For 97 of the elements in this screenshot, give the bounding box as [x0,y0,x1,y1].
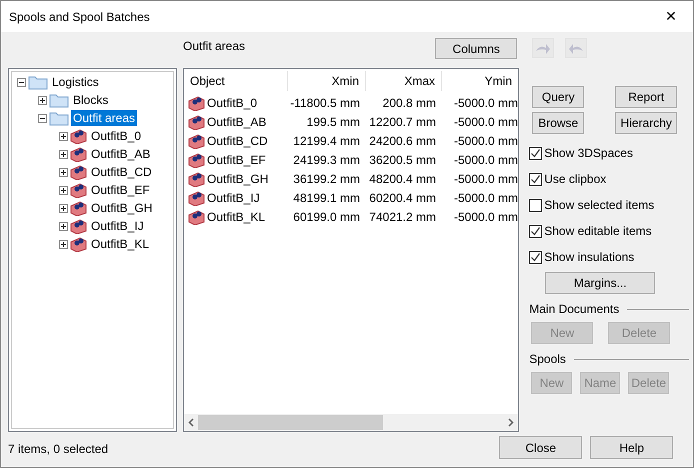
action-button[interactable]: Browse [532,112,584,134]
table-cell-text: 24199.3 mm [292,152,361,166]
table-cell-text: -5000.0 mm [452,172,518,186]
section-title: Spools [529,352,566,366]
table-cell-text: 36199.2 mm [292,172,361,186]
table-cell[interactable]: OutfitB_KL [184,208,288,224]
expand-icon[interactable] [59,222,68,230]
block-icon [188,132,205,148]
table-cell[interactable]: OutfitB_GH [184,170,288,186]
block-icon [188,114,205,130]
table-cell-text: 48199.1 mm [292,190,361,204]
checkmark-icon [530,174,542,184]
table-cell-text: 199.5 mm [306,114,361,128]
undo-arrow-icon [568,42,584,54]
block-icon [188,94,205,110]
block-icon [70,236,87,252]
block-icon [188,190,205,206]
table-cell-text: 24200.6 mm [368,134,437,148]
tree-item[interactable]: OutfitB_CD [89,164,154,180]
table-cell-text: 36200.5 mm [368,152,437,166]
block-icon [70,182,87,198]
tree-item[interactable]: Outfit areas [71,110,138,126]
table-cell[interactable]: OutfitB_EF [184,152,288,168]
action-button[interactable]: Hierarchy [615,112,678,134]
scroll-right-icon[interactable] [508,418,514,427]
column-header[interactable]: Xmin [288,71,366,91]
tree-item[interactable]: OutfitB_0 [89,128,144,144]
table-cell[interactable]: OutfitB_AB [184,114,288,130]
table-cell-text: -5000.0 mm [452,152,518,166]
table-cell-text: -5000.0 mm [452,210,518,224]
option-checkbox[interactable]: Show 3DSpaces [529,140,689,166]
scroll-left-icon[interactable] [188,418,194,427]
tree-item[interactable]: OutfitB_IJ [89,218,146,234]
close-button[interactable]: ✕ [649,2,693,32]
expand-icon[interactable] [38,96,47,104]
expand-icon[interactable] [59,204,68,212]
action-button[interactable]: Report [615,86,678,108]
footer-button[interactable]: Close [499,436,582,459]
option-checkbox[interactable]: Show insulations [529,244,689,270]
table-cell-text: 12200.7 mm [368,114,437,128]
redo-arrow-icon [535,42,552,54]
column-header[interactable]: Ymin [442,71,518,91]
tree-item[interactable]: OutfitB_GH [89,200,154,216]
table-cell-text: -5000.0 mm [452,190,518,204]
option-checkbox[interactable]: Show editable items [529,218,689,244]
block-icon [188,170,205,186]
tree-item[interactable]: Blocks [71,92,110,108]
horizontal-scrollbar[interactable] [184,414,518,431]
section-title: Main Documents [529,302,620,316]
table-cell-text: 60200.4 mm [368,190,437,204]
table-cell-text: -11800.5 mm [289,96,361,110]
block-icon [70,218,87,234]
column-header[interactable]: Xmax [366,71,442,91]
expand-icon[interactable] [59,186,68,194]
status-text: 7 items, 0 selected [8,442,108,456]
block-icon [188,208,205,224]
table-cell-text: 12199.4 mm [292,134,361,148]
folder-icon [28,74,48,90]
column-header[interactable]: Object [184,71,288,91]
tree-item[interactable]: Logistics [50,74,101,90]
table-cell-text: 200.8 mm [382,96,437,110]
block-icon [70,164,87,180]
checkmark-icon [530,148,542,158]
footer-button[interactable]: Help [590,436,674,459]
block-icon [70,200,87,216]
table-cell[interactable]: OutfitB_IJ [184,190,288,206]
block-icon [70,128,87,144]
block-icon [70,146,87,162]
margins-button[interactable]: Margins... [545,272,656,294]
tree-item[interactable]: OutfitB_EF [89,182,152,198]
expand-icon[interactable] [59,240,68,248]
expand-icon[interactable] [59,132,68,140]
expand-icon[interactable] [59,168,68,176]
collapse-icon[interactable] [17,78,26,86]
table-cell[interactable]: OutfitB_CD [184,132,288,148]
table-cell-text: -5000.0 mm [452,96,518,110]
list-title: Outfit areas [183,39,246,53]
expand-icon[interactable] [59,150,68,158]
table-cell[interactable]: OutfitB_0 [184,94,288,110]
checkmark-icon [530,226,542,236]
table-cell-text: 48200.4 mm [368,172,437,186]
option-checkbox[interactable]: Show selected items [529,192,689,218]
option-checkbox[interactable]: Use clipbox [529,166,689,192]
window-title: Spools and Spool Batches [9,10,150,24]
folder-icon [49,92,69,108]
checkmark-icon [530,252,542,262]
action-button[interactable]: Query [532,86,584,108]
folder-icon [49,110,69,126]
collapse-icon[interactable] [38,114,47,122]
table-cell-text: 60199.0 mm [292,210,361,224]
table-cell-text: 74021.2 mm [368,210,437,224]
columns-button[interactable]: Columns [435,38,518,59]
block-icon [188,152,205,168]
tree-item[interactable]: OutfitB_KL [89,236,152,252]
table-cell-text: -5000.0 mm [452,114,518,128]
table-cell-text: -5000.0 mm [452,134,518,148]
tree-item[interactable]: OutfitB_AB [89,146,152,162]
